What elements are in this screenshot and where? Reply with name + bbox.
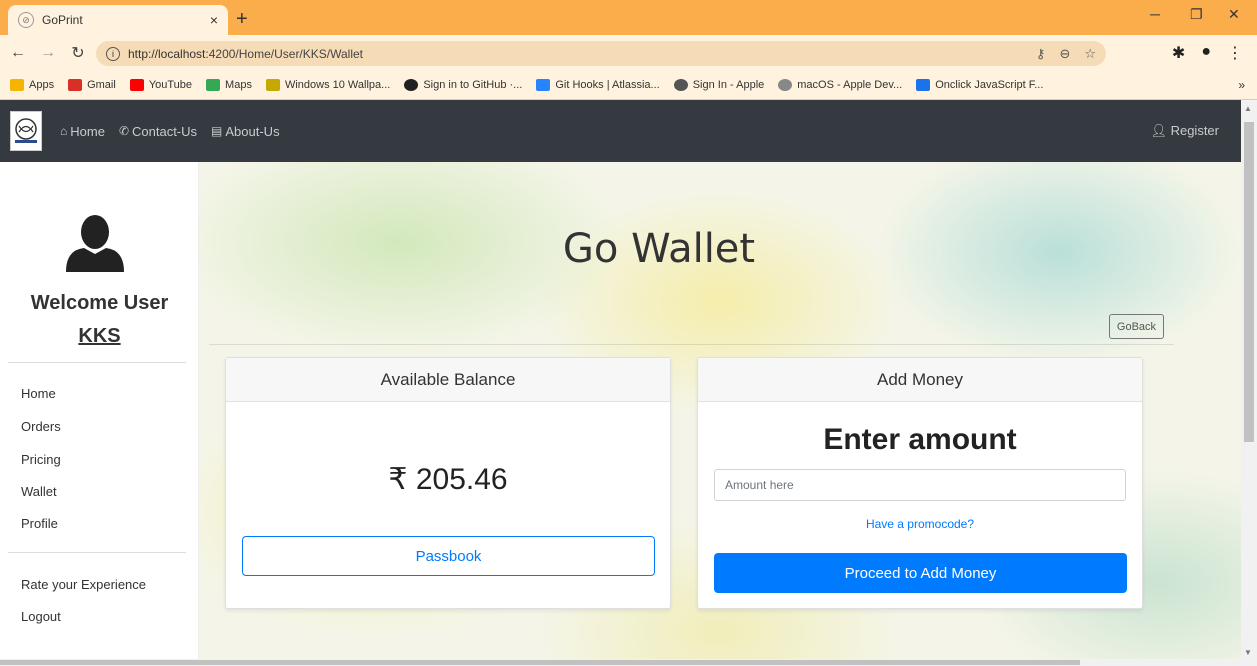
passbook-button[interactable]: Passbook <box>242 536 655 576</box>
apps-grid-icon <box>10 79 24 91</box>
nav-contact[interactable]: ✆ Contact-Us <box>119 124 197 139</box>
wallpaper-site-icon <box>265 79 280 91</box>
menu-icon[interactable]: ⋮ <box>1227 43 1243 63</box>
welcome-text: Welcome User <box>30 292 169 314</box>
promocode-link[interactable]: Have a promocode? <box>698 517 1142 531</box>
bookmark-gmail[interactable]: Gmail <box>68 79 116 91</box>
user-avatar-icon <box>66 215 124 272</box>
reload-icon[interactable]: ↻ <box>66 43 90 63</box>
sidebar-item-home[interactable]: Home <box>21 386 56 401</box>
title-divider <box>209 344 1174 345</box>
sidebar-divider <box>8 552 186 553</box>
minimize-icon[interactable]: ─ <box>1150 6 1160 22</box>
balance-card: Available Balance ₹ 205.46 Passbook <box>225 357 671 609</box>
scroll-down-icon[interactable]: ▼ <box>1244 648 1252 657</box>
bookmark-apps[interactable]: Apps <box>10 79 54 91</box>
url-host: http://localhost <box>128 46 206 61</box>
bookmark-atlassian[interactable]: Git Hooks | Atlassia... <box>536 79 660 91</box>
restore-icon[interactable]: ❐ <box>1190 6 1203 23</box>
username-link[interactable]: KKS <box>0 325 199 348</box>
id-card-icon: ▤ <box>211 124 223 138</box>
bookmark-github[interactable]: Sign in to GitHub ·... <box>404 79 522 91</box>
bookmark-wallpaper[interactable]: Windows 10 Wallpa... <box>265 79 390 91</box>
site-info-icon[interactable]: i <box>106 46 120 61</box>
sidebar-item-pricing[interactable]: Pricing <box>21 452 61 467</box>
gmail-icon <box>68 79 83 91</box>
address-bar[interactable]: i http://localhost:4200/Home/User/KKS/Wa… <box>96 41 1106 66</box>
apple-icon <box>778 79 793 91</box>
bookmark-star-icon[interactable]: ☆ <box>1084 46 1096 62</box>
apple-icon <box>673 79 688 91</box>
youtube-icon <box>129 79 144 91</box>
github-icon <box>404 79 419 91</box>
home-icon: ⌂ <box>60 124 68 138</box>
goprint-favicon-icon: ⊘ <box>18 12 34 28</box>
scrollbar-thumb[interactable] <box>1244 122 1254 442</box>
page-title: Go Wallet <box>562 226 756 272</box>
sidebar-item-orders[interactable]: Orders <box>21 419 61 434</box>
browser-toolbar: ← → ↻ i http://localhost:4200/Home/User/… <box>0 35 1257 71</box>
profile-icon[interactable]: ● <box>1201 43 1211 63</box>
nav-about[interactable]: ▤ About-Us <box>211 124 280 139</box>
sidebar-divider <box>8 362 186 363</box>
proceed-add-money-button[interactable]: Proceed to Add Money <box>714 553 1127 593</box>
bookmark-onclick[interactable]: Onclick JavaScript F... <box>916 79 1043 91</box>
balance-card-header: Available Balance <box>226 358 670 402</box>
bookmarks-bar: Apps Gmail YouTube Maps Windows 10 Wallp… <box>0 71 1257 100</box>
maps-icon <box>206 79 221 91</box>
back-icon[interactable]: ← <box>6 44 30 62</box>
user-plus-icon: 👤︎ <box>1150 123 1167 138</box>
phone-icon: ✆ <box>118 124 129 138</box>
enter-amount-heading: Enter amount <box>823 423 1017 456</box>
sidebar-item-rate-experience[interactable]: Rate your Experience <box>21 577 146 592</box>
tab-title: GoPrint <box>42 13 83 27</box>
sidebar-item-profile[interactable]: Profile <box>21 516 58 531</box>
goprint-logo[interactable] <box>10 111 42 151</box>
tab-close-icon[interactable]: × <box>210 12 218 28</box>
zoom-icon[interactable]: ⊖ <box>1059 46 1070 62</box>
browser-tab-strip: ⊘ GoPrint × + ─ ❐ ✕ <box>0 0 1257 35</box>
forward-icon[interactable]: → <box>36 44 60 62</box>
register-link[interactable]: 👤︎ Register <box>1150 123 1219 139</box>
browser-tab[interactable]: ⊘ GoPrint × <box>8 5 228 35</box>
bookmark-apple-signin[interactable]: Sign In - Apple <box>673 79 764 91</box>
scroll-up-icon[interactable]: ▲ <box>1244 104 1252 113</box>
add-money-card: Add Money Enter amount Have a promocode?… <box>697 357 1143 609</box>
horizontal-scrollbar[interactable] <box>0 659 1241 666</box>
sidebar-item-logout[interactable]: Logout <box>21 609 61 624</box>
sidebar: Welcome User KKS Home Orders Pricing Wal… <box>0 162 199 659</box>
atlassian-icon <box>536 79 551 91</box>
url-path: :4200/Home/User/KKS/Wallet <box>205 46 364 61</box>
amount-input[interactable] <box>714 469 1126 501</box>
document-icon <box>916 79 931 91</box>
horizontal-scrollbar-thumb[interactable] <box>0 660 1080 665</box>
page-viewport: ⌂ Home ✆ Contact-Us ▤ About-Us 👤︎ Register … <box>0 100 1241 659</box>
bookmark-youtube[interactable]: YouTube <box>129 79 192 91</box>
bookmark-maps[interactable]: Maps <box>206 79 252 91</box>
goprint-logo-icon <box>15 118 37 143</box>
add-money-card-header: Add Money <box>698 358 1142 402</box>
app-navbar: ⌂ Home ✆ Contact-Us ▤ About-Us 👤︎ Register <box>0 100 1241 162</box>
new-tab-button[interactable]: + <box>236 8 248 31</box>
sidebar-item-wallet[interactable]: Wallet <box>21 484 57 499</box>
vertical-scrollbar[interactable]: ▲ ▼ <box>1241 100 1257 666</box>
goback-button[interactable]: GoBack <box>1109 314 1164 339</box>
bookmarks-overflow-icon[interactable]: » <box>1238 78 1245 92</box>
main-content: Go Wallet GoBack Available Balance ₹ 205… <box>199 162 1241 659</box>
balance-amount: ₹ 205.46 <box>388 463 508 496</box>
extensions-icon[interactable]: ✱ <box>1172 43 1185 63</box>
nav-home[interactable]: ⌂ Home <box>60 124 105 139</box>
window-close-icon[interactable]: ✕ <box>1228 6 1240 23</box>
key-icon[interactable]: ⚷ <box>1036 46 1046 62</box>
bookmark-apple-dev[interactable]: macOS - Apple Dev... <box>778 79 902 91</box>
